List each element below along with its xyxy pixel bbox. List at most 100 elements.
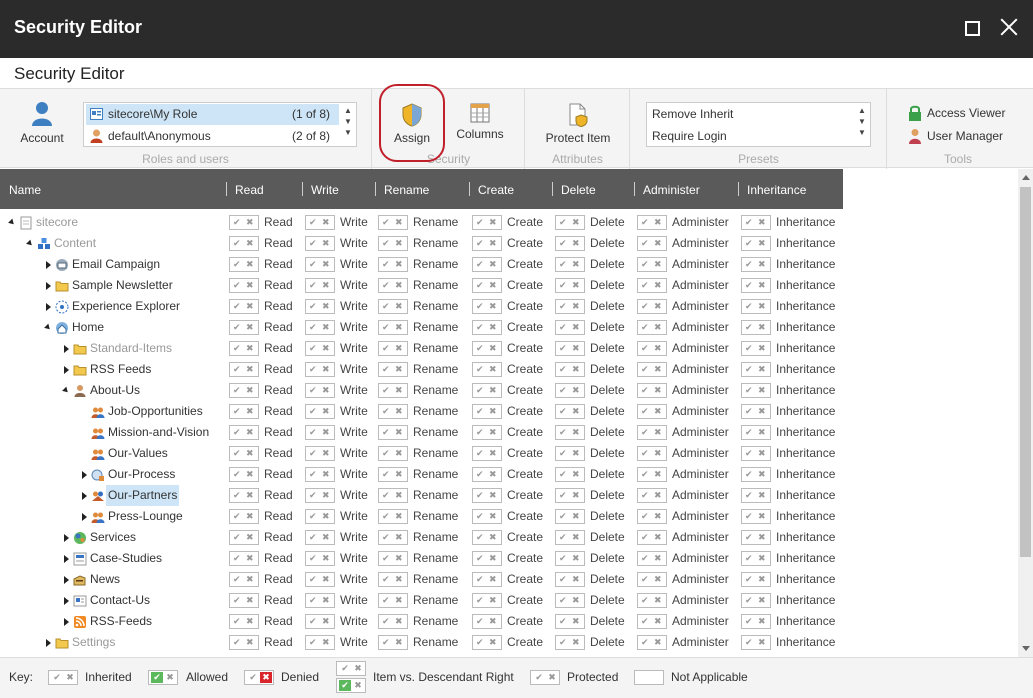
deny-cross-icon[interactable]: ✖ bbox=[322, 637, 330, 648]
deny-cross-icon[interactable]: ✖ bbox=[572, 364, 580, 375]
inheritance-permission-toggle[interactable]: ✔ ✖ bbox=[741, 488, 771, 503]
deny-cross-icon[interactable]: ✖ bbox=[322, 595, 330, 606]
allow-check-icon[interactable]: ✔ bbox=[233, 238, 241, 249]
deny-cross-icon[interactable]: ✖ bbox=[572, 385, 580, 396]
inheritance-permission-toggle[interactable]: ✔ ✖ bbox=[741, 236, 771, 251]
allow-check-icon[interactable]: ✔ bbox=[309, 553, 317, 564]
deny-cross-icon[interactable]: ✖ bbox=[489, 448, 497, 459]
create-permission-toggle[interactable]: ✔ ✖ bbox=[472, 278, 502, 293]
allow-check-icon[interactable]: ✔ bbox=[309, 406, 317, 417]
inheritance-permission-toggle[interactable]: ✔ ✖ bbox=[741, 446, 771, 461]
read-permission-toggle[interactable]: ✔ ✖ bbox=[229, 257, 259, 272]
rename-permission-toggle[interactable]: ✔ ✖ bbox=[378, 299, 408, 314]
read-permission-toggle[interactable]: ✔ ✖ bbox=[229, 278, 259, 293]
write-permission-toggle[interactable]: ✔ ✖ bbox=[305, 320, 335, 335]
write-permission-toggle[interactable]: ✔ ✖ bbox=[305, 215, 335, 230]
table-row[interactable]: Case-Studies ✔ ✖ Read ✔ ✖ Write ✔ ✖ Rename ✔ ✖ Creat… bbox=[0, 548, 843, 569]
allow-check-icon[interactable]: ✔ bbox=[309, 448, 317, 459]
create-permission-toggle[interactable]: ✔ ✖ bbox=[472, 404, 502, 419]
deny-cross-icon[interactable]: ✖ bbox=[322, 385, 330, 396]
deny-cross-icon[interactable]: ✖ bbox=[395, 616, 403, 627]
deny-cross-icon[interactable]: ✖ bbox=[395, 322, 403, 333]
close-button[interactable] bbox=[998, 16, 1020, 38]
allow-check-icon[interactable]: ✔ bbox=[641, 574, 649, 585]
deny-cross-icon[interactable]: ✖ bbox=[322, 364, 330, 375]
delete-permission-toggle[interactable]: ✔ ✖ bbox=[555, 488, 585, 503]
deny-cross-icon[interactable]: ✖ bbox=[572, 280, 580, 291]
administer-permission-toggle[interactable]: ✔ ✖ bbox=[637, 341, 667, 356]
inheritance-permission-toggle[interactable]: ✔ ✖ bbox=[741, 593, 771, 608]
deny-cross-icon[interactable]: ✖ bbox=[322, 259, 330, 270]
deny-cross-icon[interactable]: ✖ bbox=[572, 427, 580, 438]
read-permission-toggle[interactable]: ✔ ✖ bbox=[229, 404, 259, 419]
deny-cross-icon[interactable]: ✖ bbox=[654, 595, 662, 606]
deny-cross-icon[interactable]: ✖ bbox=[489, 469, 497, 480]
tree-node[interactable]: sitecore bbox=[0, 212, 225, 233]
table-row[interactable]: About-Us ✔ ✖ Read ✔ ✖ Write ✔ ✖ Rename ✔ ✖ Create ✔ ✖ D… bbox=[0, 380, 843, 401]
allow-check-icon[interactable]: ✔ bbox=[476, 511, 484, 522]
inheritance-permission-toggle[interactable]: ✔ ✖ bbox=[741, 635, 771, 650]
deny-cross-icon[interactable]: ✖ bbox=[758, 616, 766, 627]
allow-check-icon[interactable]: ✔ bbox=[309, 637, 317, 648]
tree-node[interactable]: Email Campaign bbox=[0, 254, 225, 275]
expand-arrow-icon[interactable] bbox=[46, 261, 51, 269]
tree-node-label[interactable]: Standard-Items bbox=[90, 338, 172, 359]
allow-check-icon[interactable]: ✔ bbox=[559, 616, 567, 627]
table-row[interactable]: Content ✔ ✖ Read ✔ ✖ Write ✔ ✖ Rename ✔ ✖ Create ✔ ✖ De… bbox=[0, 233, 843, 254]
tree-node-label[interactable]: Our-Values bbox=[108, 443, 168, 464]
allow-check-icon[interactable]: ✔ bbox=[309, 280, 317, 291]
tree-node-label[interactable]: Content bbox=[54, 233, 96, 254]
deny-cross-icon[interactable]: ✖ bbox=[395, 364, 403, 375]
create-permission-toggle[interactable]: ✔ ✖ bbox=[472, 341, 502, 356]
deny-cross-icon[interactable]: ✖ bbox=[758, 574, 766, 585]
deny-cross-icon[interactable]: ✖ bbox=[758, 280, 766, 291]
allow-check-icon[interactable]: ✔ bbox=[745, 469, 753, 480]
tree-node[interactable]: Mission-and-Vision bbox=[0, 422, 225, 443]
tree-node-label[interactable]: Mission-and-Vision bbox=[108, 422, 209, 443]
allow-check-icon[interactable]: ✔ bbox=[382, 427, 390, 438]
create-permission-toggle[interactable]: ✔ ✖ bbox=[472, 425, 502, 440]
delete-permission-toggle[interactable]: ✔ ✖ bbox=[555, 362, 585, 377]
allow-check-icon[interactable]: ✔ bbox=[476, 364, 484, 375]
allow-check-icon[interactable]: ✔ bbox=[745, 637, 753, 648]
allow-check-icon[interactable]: ✔ bbox=[382, 616, 390, 627]
column-header-administer[interactable]: Administer bbox=[643, 183, 700, 197]
deny-cross-icon[interactable]: ✖ bbox=[246, 322, 254, 333]
inheritance-permission-toggle[interactable]: ✔ ✖ bbox=[741, 614, 771, 629]
account-button[interactable]: Account bbox=[14, 101, 70, 145]
administer-permission-toggle[interactable]: ✔ ✖ bbox=[637, 404, 667, 419]
allow-check-icon[interactable]: ✔ bbox=[382, 553, 390, 564]
deny-cross-icon[interactable]: ✖ bbox=[489, 259, 497, 270]
delete-permission-toggle[interactable]: ✔ ✖ bbox=[555, 509, 585, 524]
allow-check-icon[interactable]: ✔ bbox=[233, 406, 241, 417]
deny-cross-icon[interactable]: ✖ bbox=[489, 511, 497, 522]
allow-check-icon[interactable]: ✔ bbox=[559, 595, 567, 606]
create-permission-toggle[interactable]: ✔ ✖ bbox=[472, 299, 502, 314]
tree-node[interactable]: Press-Lounge bbox=[0, 506, 225, 527]
inheritance-permission-toggle[interactable]: ✔ ✖ bbox=[741, 278, 771, 293]
scroll-up-arrow[interactable] bbox=[1022, 175, 1030, 180]
allow-check-icon[interactable]: ✔ bbox=[559, 469, 567, 480]
tree-node-label[interactable]: Our-Process bbox=[108, 464, 175, 485]
protect-item-button[interactable]: Protect Item bbox=[538, 103, 618, 145]
write-permission-toggle[interactable]: ✔ ✖ bbox=[305, 446, 335, 461]
expand-arrow-icon[interactable] bbox=[64, 597, 69, 605]
read-permission-toggle[interactable]: ✔ ✖ bbox=[229, 467, 259, 482]
deny-cross-icon[interactable]: ✖ bbox=[654, 532, 662, 543]
allow-check-icon[interactable]: ✔ bbox=[476, 217, 484, 228]
delete-permission-toggle[interactable]: ✔ ✖ bbox=[555, 383, 585, 398]
tree-node-label[interactable]: sitecore bbox=[36, 212, 78, 233]
read-permission-toggle[interactable]: ✔ ✖ bbox=[229, 299, 259, 314]
deny-cross-icon[interactable]: ✖ bbox=[322, 406, 330, 417]
rename-permission-toggle[interactable]: ✔ ✖ bbox=[378, 593, 408, 608]
expand-arrow-icon[interactable] bbox=[64, 534, 69, 542]
rename-permission-toggle[interactable]: ✔ ✖ bbox=[378, 488, 408, 503]
table-row[interactable]: RSS Feeds ✔ ✖ Read ✔ ✖ Write ✔ ✖ Rename ✔ ✖ Create ✔ ✖… bbox=[0, 359, 843, 380]
allow-check-icon[interactable]: ✔ bbox=[476, 385, 484, 396]
allow-check-icon[interactable]: ✔ bbox=[233, 259, 241, 270]
tree-node-label[interactable]: About-Us bbox=[90, 380, 140, 401]
deny-cross-icon[interactable]: ✖ bbox=[572, 406, 580, 417]
allow-check-icon[interactable]: ✔ bbox=[745, 574, 753, 585]
allow-check-icon[interactable]: ✔ bbox=[233, 385, 241, 396]
allow-check-icon[interactable]: ✔ bbox=[745, 343, 753, 354]
